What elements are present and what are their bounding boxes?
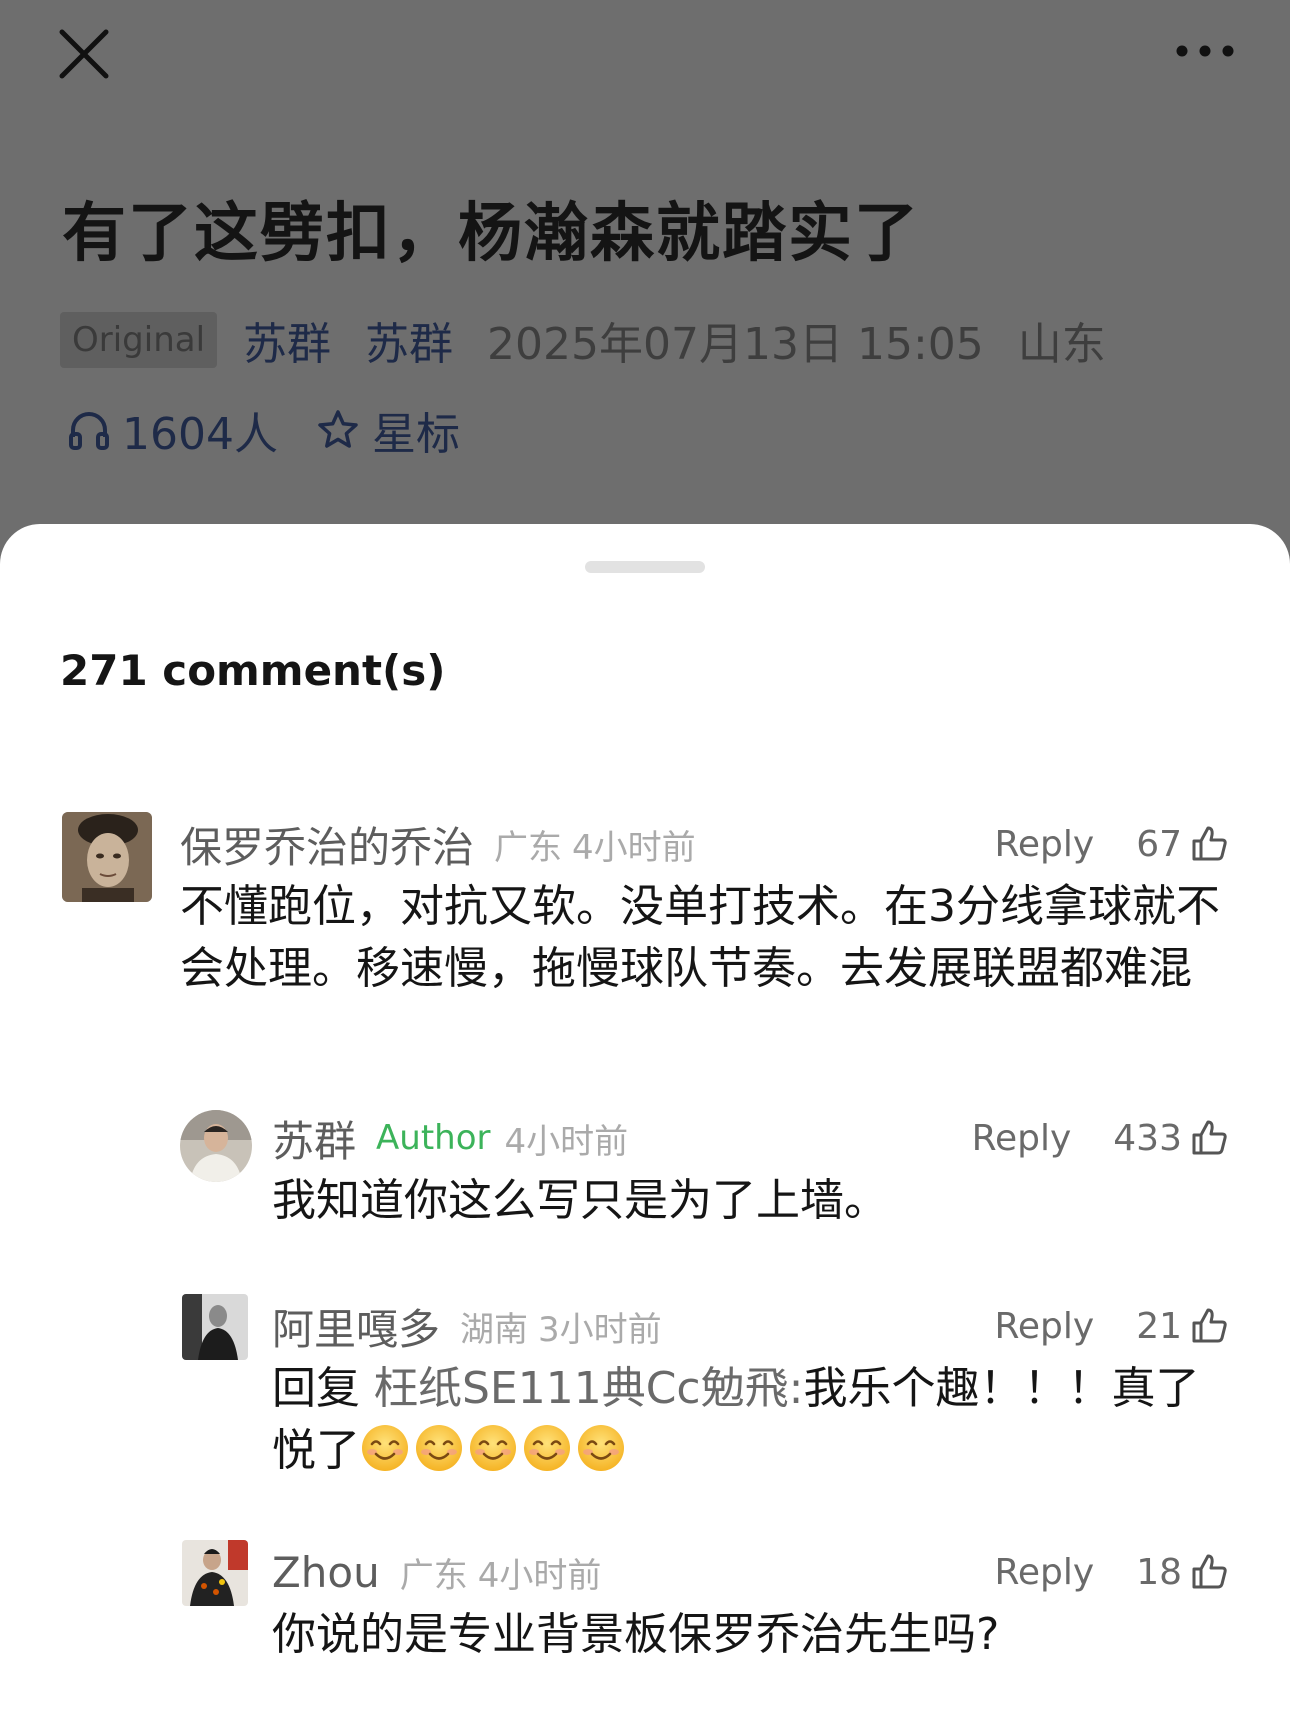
thumbs-up-icon — [1192, 1120, 1227, 1155]
like-count: 67 — [1136, 823, 1182, 865]
more-icon — [1176, 45, 1234, 57]
sheet-drag-handle[interactable] — [585, 561, 705, 573]
account-link[interactable]: 苏群 — [365, 308, 453, 372]
like-button[interactable]: 433 — [1113, 1118, 1228, 1159]
reply-button[interactable]: Reply — [994, 1552, 1094, 1593]
commenter-name[interactable]: Zhou — [272, 1548, 380, 1597]
top-bar — [0, 0, 1290, 110]
reply-prefix: 回复 — [272, 1363, 360, 1414]
reply-button[interactable]: Reply — [972, 1118, 1072, 1159]
avatar[interactable] — [180, 1110, 252, 1182]
thumbs-up-icon — [1192, 826, 1227, 861]
author-link[interactable]: 苏群 — [243, 308, 331, 372]
smiling-face-icon — [360, 1423, 410, 1473]
comment-location: 广东 — [494, 827, 563, 868]
article-stats: 1604人 星标 — [68, 400, 498, 460]
listen-button[interactable]: 1604人 — [68, 398, 278, 462]
headphones-icon — [69, 412, 109, 450]
close-button[interactable] — [56, 28, 112, 80]
star-label: 星标 — [371, 409, 460, 460]
comment-item: 阿里嘎多 湖南 3小时前 Reply 21 回复 枉纸SE111典Cc勉飛:我乐… — [182, 1294, 1228, 1504]
like-button[interactable]: 21 — [1136, 1306, 1228, 1347]
like-count: 21 — [1136, 1305, 1182, 1347]
commenter-name[interactable]: 保罗乔治的乔治 — [180, 814, 474, 875]
smiling-face-icon — [414, 1423, 464, 1473]
smiling-face-icon — [522, 1423, 572, 1473]
comment-item: 苏群 Author 4小时前 Reply 433 我知道你这么写只是为了上墙。 — [180, 1106, 1228, 1236]
like-button[interactable]: 67 — [1136, 824, 1228, 865]
commenter-name[interactable]: 苏群 — [272, 1108, 356, 1169]
comment-text: 你说的是专业背景板保罗乔治先生吗? — [272, 1609, 1000, 1660]
comment-time: 4小时前 — [572, 827, 696, 868]
like-count: 433 — [1113, 1117, 1182, 1159]
comment-item: 保罗乔治的乔治 广东 4小时前 Reply 67 不懂跑位，对抗又软。没单打技术… — [62, 812, 1228, 1062]
comments-count-title: 271 comment(s) — [60, 646, 446, 695]
reply-button[interactable]: Reply — [994, 1306, 1094, 1347]
comment-text: 不懂跑位，对抗又软。没单打技术。在3分线拿球就不会处理。移速慢，拖慢球队节奏。去… — [180, 881, 1220, 994]
comment-text: 我知道你这么写只是为了上墙。 — [272, 1175, 888, 1226]
like-button[interactable]: 18 — [1136, 1552, 1228, 1593]
comment-location: 广东 — [399, 1555, 468, 1596]
comments-sheet: 271 comment(s) 保罗乔治的乔治 广东 4小时前 Reply 67 — [0, 524, 1290, 1723]
comment-time: 4小时前 — [477, 1555, 602, 1596]
avatar[interactable] — [182, 1294, 248, 1360]
comment-item: Zhou 广东 4小时前 Reply 18 你说的是专业背景板保罗乔治先生吗? — [182, 1540, 1228, 1680]
reply-target[interactable]: 枉纸SE111典Cc勉飛: — [374, 1363, 803, 1414]
comment-time: 3小时前 — [538, 1309, 662, 1350]
article-meta: Original 苏群 苏群 2025年07月13日 15:05 山东 — [60, 310, 1140, 370]
avatar[interactable] — [182, 1540, 248, 1606]
comment-location: 湖南 — [460, 1309, 529, 1350]
like-count: 18 — [1136, 1551, 1182, 1593]
reply-button[interactable]: Reply — [994, 824, 1094, 865]
commenter-name[interactable]: 阿里嘎多 — [272, 1296, 440, 1357]
emoji-group — [360, 1425, 630, 1476]
star-button[interactable]: 星标 — [316, 398, 460, 462]
comment-time: 4小时前 — [504, 1121, 629, 1162]
close-icon — [59, 29, 109, 79]
publish-location: 山东 — [1017, 319, 1106, 370]
more-button[interactable] — [1170, 36, 1240, 66]
comment-text: 回复 枉纸SE111典Cc勉飛:我乐个趣！！！真了悦了 — [272, 1358, 1232, 1482]
original-tag: Original — [60, 312, 218, 368]
smiling-face-icon — [576, 1423, 626, 1473]
thumbs-up-icon — [1192, 1308, 1227, 1343]
author-badge: Author — [376, 1118, 491, 1158]
listener-count: 1604人 — [122, 409, 278, 460]
publish-datetime: 2025年07月13日 15:05 — [487, 319, 984, 370]
smiling-face-icon — [468, 1423, 518, 1473]
avatar[interactable] — [62, 812, 152, 902]
star-icon — [318, 410, 358, 448]
article-title: 有了这劈扣，杨瀚森就踏实了 — [62, 197, 920, 271]
thumbs-up-icon — [1192, 1554, 1227, 1589]
